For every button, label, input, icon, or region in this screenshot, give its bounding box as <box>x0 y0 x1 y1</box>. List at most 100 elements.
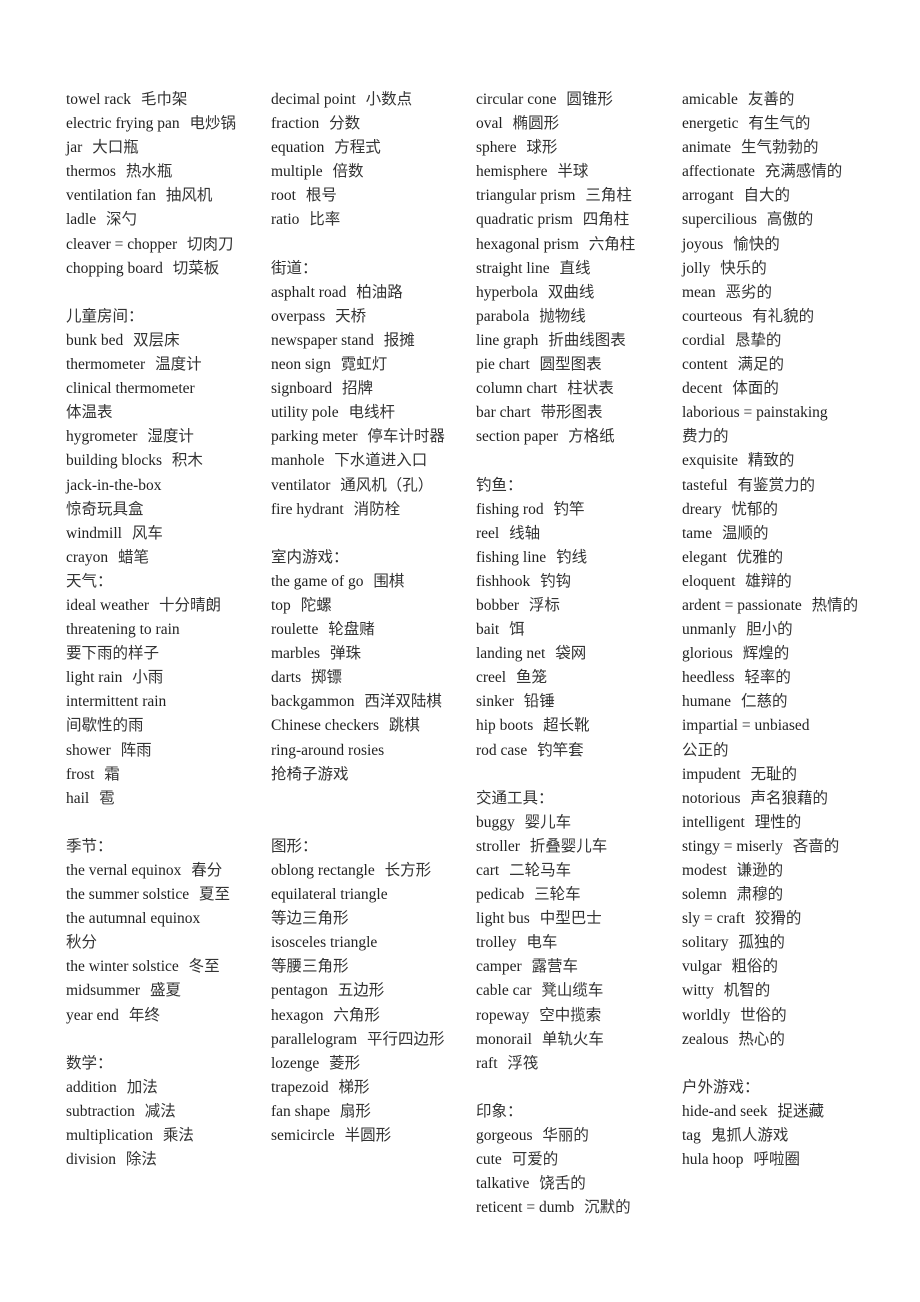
vocab-entry: hygrometer 湿度计 <box>66 425 248 449</box>
vocabulary-page: towel rack 毛巾架 electric frying pan 电炒锅 jar… <box>0 0 920 1302</box>
vocab-entry: intelligent 理性的 <box>682 811 864 835</box>
chinese-translation: 方格纸 <box>568 428 615 446</box>
vocab-entry: joyous 愉快的 <box>682 233 864 257</box>
chinese-translation: 分数 <box>329 115 361 133</box>
english-term: fan shape <box>271 1102 330 1120</box>
vocab-entry: worldly 世俗的 <box>682 1004 864 1028</box>
english-term: backgammon <box>271 693 355 711</box>
english-term: courteous <box>682 307 743 325</box>
chinese-translation: 秋分 <box>66 934 98 952</box>
english-term: landing net <box>476 645 546 663</box>
chinese-translation: 惊奇玩具盒 <box>66 500 144 518</box>
vocab-entry: fan shape 扇形 <box>271 1100 453 1124</box>
vocab-entry: quadratic prism 四角柱 <box>476 208 658 232</box>
vocab-entry: decent 体面的 <box>682 377 864 401</box>
vocab-entry: electric frying pan 电炒锅 <box>66 112 248 136</box>
vocab-entry: circular cone 圆锥形 <box>476 88 658 112</box>
vocab-entry: sphere 球形 <box>476 136 658 160</box>
english-term: Chinese checkers <box>271 717 380 735</box>
chinese-translation: 跳棋 <box>388 717 420 735</box>
vocab-entry: clinical thermometer 体温表 <box>66 377 248 425</box>
chinese-translation: 方程式 <box>334 139 381 157</box>
vocab-entry: equation 方程式 <box>271 136 453 160</box>
vocab-entry: hail 雹 <box>66 787 248 811</box>
english-term: fishing line <box>476 548 547 566</box>
english-term: notorious <box>682 789 741 807</box>
chinese-translation: 二轮马车 <box>509 862 572 879</box>
chinese-translation: 理性的 <box>754 813 802 831</box>
english-term: parking meter <box>271 428 358 446</box>
vocab-entry: pedicab 三轮车 <box>476 883 658 907</box>
vocab-entry: ropeway 空中揽索 <box>476 1004 658 1028</box>
chinese-translation: 热水瓶 <box>125 163 173 181</box>
english-term: division <box>66 1151 116 1169</box>
vocab-entry: cleaver = chopper 切肉刀 <box>66 233 248 257</box>
english-term: arrogant <box>682 187 734 205</box>
vocab-entry: ladle 深勺 <box>66 208 248 232</box>
chinese-translation: 等腰三角形 <box>271 958 349 976</box>
english-term: building blocks <box>66 452 163 470</box>
vocab-entry: thermometer 温度计 <box>66 353 248 377</box>
vocab-entry: affectionate 充满感情的 <box>682 160 864 184</box>
chinese-translation: 盛夏 <box>149 982 181 1000</box>
chinese-translation: 圆锥形 <box>566 91 613 108</box>
vocab-entry: dreary 忧郁的 <box>682 498 864 522</box>
chinese-translation: 下水道进入口 <box>334 452 428 470</box>
chinese-translation: 半圆形 <box>344 1127 392 1145</box>
vocab-entry: supercilious 高傲的 <box>682 208 864 232</box>
vocab-entry: sinker 铅锤 <box>476 690 658 714</box>
english-term: bunk bed <box>66 331 124 349</box>
english-term: equation <box>271 139 325 157</box>
chinese-translation: 凳山缆车 <box>541 982 604 1000</box>
chinese-translation: 年终 <box>128 1006 160 1024</box>
chinese-translation: 线轴 <box>509 524 541 542</box>
vocab-entry: backgammon 西洋双陆棋 <box>271 690 453 714</box>
vocab-entry: arrogant 自大的 <box>682 184 864 208</box>
vocab-entry: landing net 袋网 <box>476 642 658 666</box>
english-term: mean <box>682 283 716 301</box>
vocab-entry: equilateral triangle 等边三角形 <box>271 883 453 931</box>
vocab-entry: stroller 折叠婴儿车 <box>476 835 658 859</box>
english-term: jack-in-the-box <box>66 476 162 494</box>
chinese-translation: 粗俗的 <box>731 958 778 976</box>
chinese-translation: 五边形 <box>337 982 385 1000</box>
english-term: section paper <box>476 428 559 446</box>
english-term: supercilious <box>682 211 757 229</box>
english-term: parabola <box>476 307 530 325</box>
chinese-translation: 梯形 <box>338 1078 370 1096</box>
vocab-entry: hyperbola 双曲线 <box>476 281 658 305</box>
vocab-entry: tame 温顺的 <box>682 522 864 546</box>
chinese-translation: 陀螺 <box>300 596 332 614</box>
vocab-entry: the vernal equinox 春分 <box>66 859 248 883</box>
vocab-entry: building blocks 积木 <box>66 449 248 473</box>
vocab-entry: solemn 肃穆的 <box>682 883 864 907</box>
english-term: multiple <box>271 163 323 181</box>
chinese-translation: 小数点 <box>365 91 413 108</box>
chinese-translation: 恶劣的 <box>725 283 772 301</box>
chinese-translation: 弹珠 <box>329 645 361 663</box>
chinese-translation: 谦逊的 <box>736 862 784 879</box>
vocab-entry: asphalt road 柏油路 <box>271 281 453 305</box>
vocab-entry: manhole 下水道进入口 <box>271 449 453 473</box>
vocab-entry: straight line 直线 <box>476 257 658 281</box>
chinese-translation: 长方形 <box>384 862 432 879</box>
section-heading: 天气： <box>66 572 113 590</box>
english-term: talkative <box>476 1175 530 1193</box>
english-term: affectionate <box>682 163 755 181</box>
chinese-translation: 雄辩的 <box>745 572 792 590</box>
english-term: ventilator <box>271 476 331 494</box>
english-term: pie chart <box>476 356 530 374</box>
english-term: intermittent rain <box>66 693 167 711</box>
english-term: bobber <box>476 596 520 614</box>
chinese-translation: 辉煌的 <box>742 645 790 663</box>
english-term: stroller <box>476 837 520 855</box>
chinese-translation: 停车计时器 <box>367 428 445 446</box>
english-term: parallelogram <box>271 1030 358 1048</box>
vocab-entry: monorail 单轨火车 <box>476 1028 658 1052</box>
vocab-entry: exquisite 精致的 <box>682 449 864 473</box>
section-heading: 数学： <box>66 1054 113 1072</box>
vocab-column-4: amicable 友善的 energetic 有生气的 animate 生气勃勃的 a… <box>682 88 864 1172</box>
